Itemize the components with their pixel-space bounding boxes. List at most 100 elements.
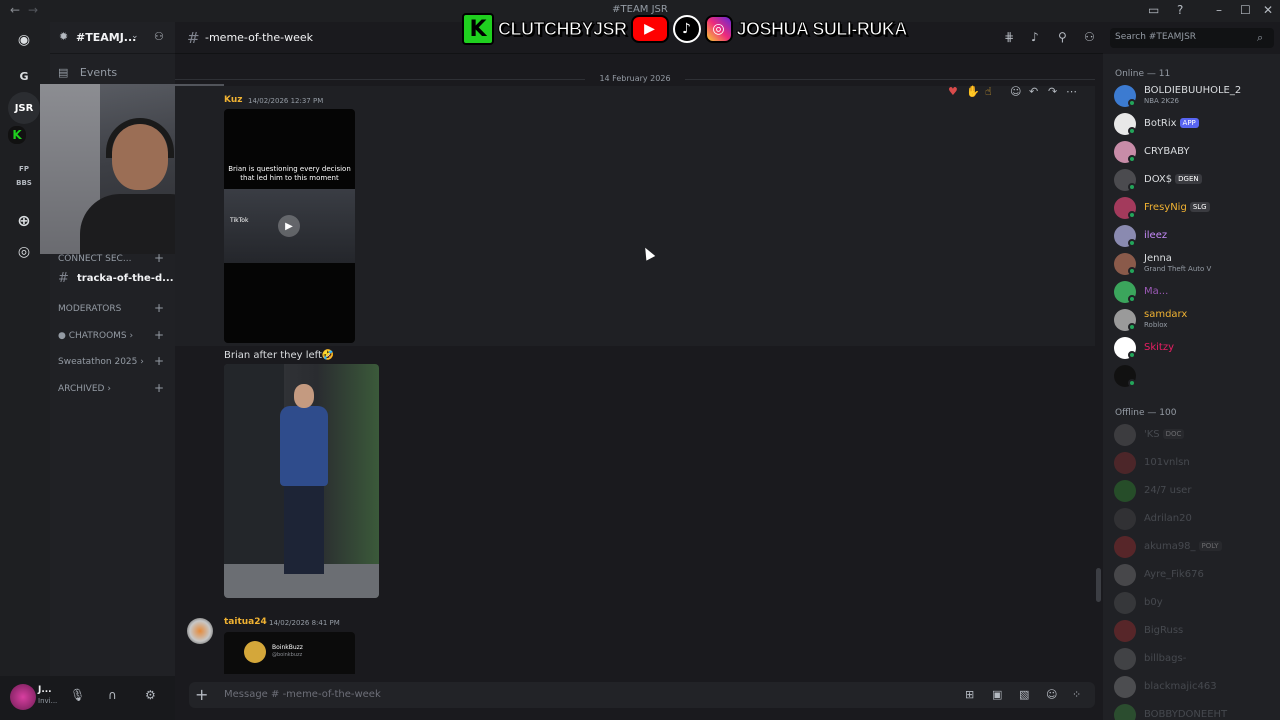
member-item[interactable]: FresyNig SLG [1111,195,1277,221]
connect-section[interactable]: CONNECT SEC... [58,254,131,264]
search-icon: ⌕ [1257,31,1264,44]
member-item[interactable]: DOX$ DGEN [1111,167,1277,193]
member-item[interactable]: 'KS DOC [1111,422,1277,448]
member-item[interactable]: Adrilan20 [1111,506,1277,532]
reaction-pray-icon[interactable]: ✋ [966,85,980,98]
streamer-brand-overlay: K CLUTCHBYJSR ▶ ♪ ◎ JOSHUA SULI-RUKA [462,12,908,46]
member-item[interactable]: BotRix APP [1111,111,1277,137]
member-list-icon[interactable]: ⚇ [1084,30,1095,44]
message-input[interactable]: Message # -meme-of-the-week [224,689,381,700]
message-composer[interactable]: + Message # -meme-of-the-week ⊞ ▣ ▧ ☺ ⁘ [189,682,1095,708]
pin-icon[interactable]: ⚲ [1058,30,1067,44]
gif-icon[interactable]: ▣ [992,688,1002,701]
member-item[interactable]: Ayre_Fik676 [1111,562,1277,588]
member-name: akuma98_ POLY [1144,541,1222,552]
discord-home-icon[interactable]: ◉ [8,24,40,56]
member-item[interactable] [1111,363,1277,389]
server-icon-g[interactable]: G [8,60,40,92]
kick-logo: K [462,13,494,45]
member-item[interactable]: BOLDIEBUUHOLE_2 NBA 2K26 [1111,83,1277,109]
reaction-heart-icon[interactable]: ♥ [948,85,958,98]
avatar [1114,564,1136,586]
member-item[interactable]: 101vnlsn [1111,450,1277,476]
member-item[interactable]: samdarx Roblox [1111,307,1277,333]
member-name-text: Ayre_Fik676 [1144,569,1204,580]
user-name: J... [38,685,52,695]
invite-people-icon[interactable]: ⚇ [154,30,164,43]
add-channel-icon[interactable]: + [154,381,164,395]
add-reaction-icon[interactable]: ☺ [1010,85,1021,98]
member-item[interactable]: Ma... [1111,279,1277,305]
gift-icon[interactable]: ⊞ [965,688,974,701]
member-name: Skitzy [1144,342,1174,353]
events-item[interactable]: ▤ Events [58,66,117,79]
member-item[interactable]: billbags- [1111,646,1277,672]
member-item[interactable]: akuma98_ POLY [1111,534,1277,560]
server-icon-bbs[interactable]: BBS [8,176,40,190]
member-item[interactable]: b0y [1111,590,1277,616]
inbox-icon[interactable]: ▭ [1148,3,1159,17]
play-icon[interactable]: ▶ [278,215,300,237]
member-item[interactable]: CRYBABY [1111,139,1277,165]
member-item[interactable]: 24/7 user [1111,478,1277,504]
member-item[interactable]: BOBBYDONEEHT [1111,702,1277,720]
microphone-icon[interactable]: 🎙 [70,688,85,702]
server-header[interactable]: ✹ #TEAMJ... ⌄ ⚇ [50,22,175,54]
member-name-text: 24/7 user [1144,485,1192,496]
member-name: 'KS DOC [1144,429,1185,440]
category-archived[interactable]: ARCHIVED › [58,384,111,394]
bell-icon[interactable]: ♪ [1031,30,1039,44]
sticker-icon[interactable]: ▧ [1019,688,1029,701]
minimize-button[interactable]: – [1216,3,1222,17]
category-chatrooms[interactable]: ● CHATROOMS › [58,331,133,341]
maximize-button[interactable]: ☐ [1240,3,1251,17]
avatar [1114,424,1136,446]
help-icon[interactable]: ? [1177,3,1183,17]
server-icon-jsr[interactable]: JSR [8,92,40,124]
channel-item-tracka[interactable]: # tracka-of-the-d... [58,271,174,289]
member-name-text: 101vnlsn [1144,457,1190,468]
message-timestamp: 14/02/2026 8:41 PM [269,619,340,627]
add-channel-icon[interactable]: + [154,328,164,342]
status-dot [1128,183,1136,191]
more-options-icon[interactable]: ⋯ [1066,85,1077,98]
gear-icon[interactable]: ⚙ [145,688,156,702]
video-attachment[interactable]: Brian is questioning every decision that… [224,109,355,343]
upload-plus-icon[interactable]: + [195,685,208,704]
category-moderators[interactable]: MODERATORS [58,304,121,314]
member-item[interactable]: blackmajic463 [1111,674,1277,700]
emoji-icon[interactable]: ☺ [1046,688,1057,701]
image-attachment[interactable] [224,364,379,598]
add-channel-icon[interactable]: + [154,301,164,315]
server-icon-k[interactable]: K [8,126,26,144]
add-server-icon[interactable]: ⊕ [8,204,40,236]
search-input[interactable]: Search #TEAMJSR ⌕ [1110,28,1274,48]
scrollbar[interactable] [1096,568,1101,602]
reply-icon[interactable]: ↶ [1029,85,1038,98]
status-dot [1128,211,1136,219]
message-author[interactable]: taitua24 [224,617,267,627]
member-name: DOX$ DGEN [1144,174,1202,185]
avatar[interactable] [10,684,36,710]
apps-icon[interactable]: ⁘ [1072,688,1081,701]
member-item[interactable]: ileez [1111,223,1277,249]
headphones-icon[interactable]: ∩ [108,688,117,702]
discover-icon[interactable]: ◎ [8,236,40,268]
embed-attachment[interactable]: BoinkBuzz @boinkbuzz [224,632,355,674]
member-item[interactable]: Jenna Grand Theft Auto V [1111,251,1277,277]
chevron-down-icon[interactable]: ⌄ [131,31,139,41]
category-sweatathon[interactable]: Sweatathon 2025 › [58,357,144,367]
reaction-point-icon[interactable]: ☝ [985,85,992,98]
member-name: b0y [1144,597,1163,608]
add-channel-icon[interactable]: + [154,354,164,368]
avatar[interactable] [187,618,213,644]
threads-icon[interactable]: ⋕ [1004,30,1014,44]
member-item[interactable]: Skitzy [1111,335,1277,361]
member-name-text: ileez [1144,230,1168,241]
message-author[interactable]: Kuz [224,95,242,105]
server-icon-fp[interactable]: FP [8,162,40,176]
member-item[interactable]: BigRuss [1111,618,1277,644]
member-name: ileez [1144,230,1167,241]
close-button[interactable]: ✕ [1263,3,1273,17]
forward-icon[interactable]: ↷ [1048,85,1057,98]
